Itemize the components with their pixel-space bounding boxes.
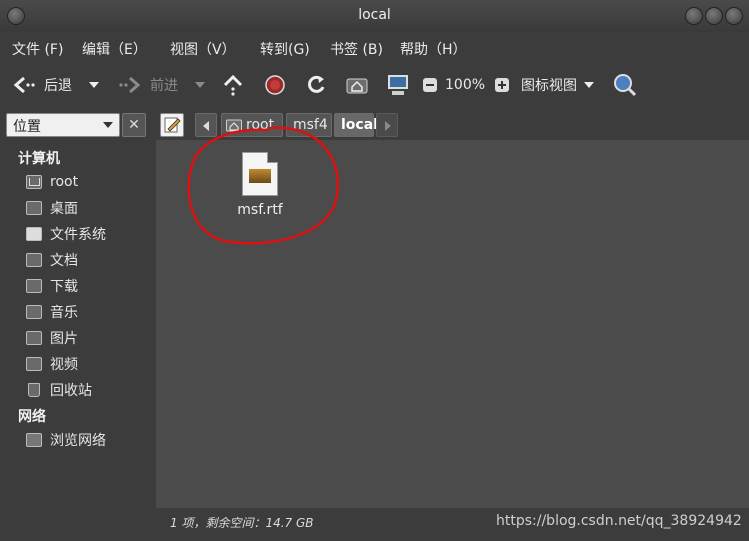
dropdown-arrow-icon [584,82,594,88]
zoom-level[interactable]: 100% [445,72,485,98]
sidebar-selector-label: 位置 [13,119,41,135]
stop-button[interactable] [264,72,286,98]
sidebar-item-label: 视频 [50,357,78,373]
sidebar-item-downloads[interactable]: 下载 [26,275,78,297]
crumb-local[interactable]: local [334,113,378,137]
section-computer: 计算机 [18,151,60,167]
file-item[interactable]: msf.rtf [222,152,298,218]
sidebar-item-label: 桌面 [50,201,78,217]
edit-icon [164,117,181,133]
forward-label: 前进 [150,78,178,94]
back-button[interactable]: 后退 [12,72,72,98]
forward-arrow-icon [119,76,141,94]
sidebar-item-documents[interactable]: 文档 [26,249,78,271]
dropdown-arrow-icon [89,82,99,88]
zoom-out-button[interactable] [422,72,438,98]
menu-go[interactable]: 转到(G) [260,39,310,59]
menu-view[interactable]: 视图（V） [170,39,236,59]
crumb-scroll-left-button[interactable] [195,113,217,137]
reload-icon [308,75,325,93]
menu-edit[interactable]: 编辑（E） [82,39,147,59]
menu-file[interactable]: 文件 (F) [12,39,63,59]
sidebar-item-desktop[interactable]: 桌面 [26,197,78,219]
desktop-folder-icon [26,201,42,215]
computer-button[interactable] [386,72,410,98]
trash-icon [28,383,40,397]
minimize-button[interactable] [685,7,703,25]
back-arrow-icon [13,76,35,94]
sidebar-close-button[interactable]: ✕ [122,113,146,137]
sidebar-item-pictures[interactable]: 图片 [26,327,78,349]
back-label: 后退 [44,78,72,94]
window-title: local [358,7,391,23]
toggle-location-entry-button[interactable] [160,113,184,137]
sidebar-item-label: 下载 [50,279,78,295]
crumb-label: msf4 [293,117,328,133]
sidebar-item-label: 浏览网络 [50,433,106,449]
reload-button[interactable] [305,72,327,98]
toolbar: 后退 前进 100% 图标视图 [0,64,749,106]
search-icon [614,74,637,97]
up-button[interactable] [222,72,244,98]
back-history-dropdown[interactable] [88,72,100,98]
file-manager-window: local 文件 (F) 编辑（E） 视图（V） 转到(G) 书签 (B) 帮助… [0,0,749,541]
home-button[interactable] [346,72,368,98]
menu-bar: 文件 (F) 编辑（E） 视图（V） 转到(G) 书签 (B) 帮助（H） [0,34,749,62]
menu-bookmarks[interactable]: 书签 (B) [330,39,383,59]
sidebar-item-label: 音乐 [50,305,78,321]
close-icon: ✕ [128,117,140,133]
crumb-label: root [246,117,275,133]
title-bar[interactable]: local [0,0,749,32]
sidebar-item-label: root [50,174,79,190]
music-folder-icon [26,305,42,319]
home-folder-icon [226,119,242,132]
sidebar-item-trash[interactable]: 回收站 [26,379,92,401]
sidebar-item-label: 回收站 [50,383,92,399]
computer-icon [388,75,408,95]
sidebar-item-browse-network[interactable]: 浏览网络 [26,429,106,451]
crumb-label: local [341,117,378,133]
sidebar-item-music[interactable]: 音乐 [26,301,78,323]
file-name: msf.rtf [237,202,283,218]
home-folder-icon [26,175,42,189]
sidebar-item-label: 文件系统 [50,227,106,243]
dropdown-arrow-icon [195,82,205,88]
maximize-button[interactable] [705,7,723,25]
documents-folder-icon [26,253,42,267]
stop-icon [265,75,285,95]
crumb-msf4[interactable]: msf4 [286,113,332,137]
search-button[interactable] [612,72,638,98]
status-text: 1 项，剩余空间：14.7 GB [170,516,314,530]
videos-folder-icon [26,357,42,371]
sidebar-item-label: 文档 [50,253,78,269]
forward-button[interactable]: 前进 [118,72,178,98]
home-folder-icon [346,78,368,94]
chevron-down-icon [103,122,113,128]
drive-icon [26,227,42,241]
zoom-in-button[interactable] [494,72,510,98]
watermark-text: https://blog.csdn.net/qq_38924942 [496,513,742,529]
zoom-out-icon [423,78,437,92]
sidebar-item-filesystem[interactable]: 文件系统 [26,223,106,245]
section-network: 网络 [18,409,46,425]
sidebar-item-label: 图片 [50,331,78,347]
view-mode-select[interactable]: 图标视图 [521,72,595,98]
sidebar-item-videos[interactable]: 视频 [26,353,78,375]
crumb-scroll-right-button[interactable] [376,113,398,137]
zoom-in-icon [495,78,509,92]
forward-history-dropdown[interactable] [194,72,206,98]
crumb-root[interactable]: root [221,113,283,137]
close-button[interactable] [725,7,743,25]
up-arrow-icon [223,74,243,96]
downloads-folder-icon [26,279,42,293]
view-mode-label: 图标视图 [521,78,577,94]
network-icon [26,433,42,447]
rtf-document-icon [242,152,278,196]
menu-help[interactable]: 帮助（H） [400,39,467,59]
sidebar-item-root[interactable]: root [26,171,78,193]
sidebar-selector[interactable]: 位置 [6,113,120,137]
pictures-folder-icon [26,331,42,345]
